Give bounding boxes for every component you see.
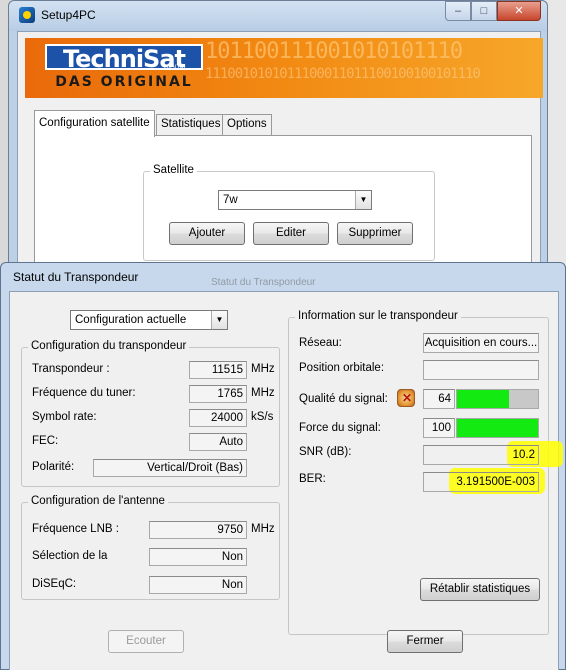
app-icon [19,7,35,23]
selection-value: Non [149,548,247,566]
reseau-value: Acquisition en cours... [423,333,539,353]
transponder-info-label: Information sur le transpondeur [295,310,461,322]
force-signal-text: 100 [423,418,455,438]
ber-label: BER: [299,473,326,485]
symbol-rate-unit: kS/s [251,411,274,423]
antenna-config-group: Configuration de l'antenne Fréquence LNB… [21,495,280,600]
ecouter-button[interactable]: Ecouter [108,630,184,653]
dialog-ghost-title: Statut du Transpondeur [211,277,316,288]
snr-value: 10.2 [423,445,539,465]
technisat-banner: 101100111001010101110 111001010101110001… [25,38,543,98]
fec-value: Auto [189,433,247,451]
signal-warning-icon[interactable] [397,389,415,407]
configuration-select[interactable]: Configuration actuelle ▼ [70,310,228,330]
frequence-tuner-label: Fréquence du tuner: [32,387,136,399]
logo-slogan: DAS ORIGINAL [55,74,193,90]
minimize-button[interactable]: – [445,1,471,21]
supprimer-button[interactable]: Supprimer [337,222,413,245]
qualite-signal-label: Qualité du signal: [299,393,388,405]
lnb-value: 9750 [149,521,247,539]
snr-label: SNR (dB): [299,446,352,458]
polarite-label: Polarité: [32,461,75,473]
position-orbitale-label: Position orbitale: [299,362,385,374]
force-signal-fill [457,419,538,437]
fermer-button[interactable]: Fermer [387,630,463,653]
symbol-rate-label: Symbol rate: [32,411,97,423]
polarite-value: Vertical/Droit (Bas) [93,459,247,477]
transpondeur-value: 11515 [189,361,247,379]
diseqc-value: Non [149,576,247,594]
qualite-signal-bar [456,389,539,409]
technisat-logo: TechniSat DIGITAL DAS ORIGINAL [45,44,203,92]
satellite-select-value: 7w [223,194,238,206]
tab-statistiques[interactable]: Statistiques [156,114,226,135]
dialog-title: Statut du Transpondeur [13,270,139,284]
logo-digital: DIGITAL [164,65,187,71]
diseqc-label: DiSEqC: [32,578,77,590]
ber-value: 3.191500E-003 [423,472,539,492]
banner-binary-pattern-2: 1110010101011100011011100100100101110 [205,66,481,82]
editer-button[interactable]: Editer [253,222,329,245]
tab-options[interactable]: Options [222,114,272,135]
transpondeur-unit: MHz [251,363,275,375]
chevron-down-icon[interactable]: ▼ [355,191,371,209]
ajouter-button[interactable]: Ajouter [169,222,245,245]
retablir-statistiques-button[interactable]: Rétablir statistiques [420,578,540,601]
force-signal-label: Force du signal: [299,422,381,434]
antenna-config-label: Configuration de l'antenne [28,495,168,507]
qualite-signal-fill [457,390,509,408]
close-button[interactable]: ✕ [497,1,541,21]
lnb-label: Fréquence LNB : [32,523,119,535]
window-title: Setup4PC [41,8,96,22]
lnb-unit: MHz [251,523,275,535]
selection-label: Sélection de la [32,550,108,562]
chevron-down-icon[interactable]: ▼ [211,311,227,329]
tab-configuration-satellite[interactable]: Configuration satellite [34,110,155,137]
frequence-tuner-unit: MHz [251,387,275,399]
symbol-rate-value: 24000 [189,409,247,427]
qualite-signal-text: 64 [423,389,455,409]
transponder-status-dialog: Statut du Transpondeur Statut du Transpo… [0,262,566,670]
transponder-config-group: Configuration du transpondeur Transponde… [21,340,280,487]
satellite-select[interactable]: 7w ▼ [218,190,372,210]
reseau-label: Réseau: [299,337,342,349]
satellite-group: Satellite 7w ▼ Ajouter Editer Supprimer [143,164,435,261]
satellite-group-label: Satellite [150,164,197,176]
configuration-select-value: Configuration actuelle [75,314,187,326]
frequence-tuner-value: 1765 [189,385,247,403]
position-orbitale-value [423,360,539,380]
transpondeur-label: Transpondeur : [32,363,110,375]
transponder-info-group: Information sur le transpondeur Réseau: … [288,310,563,635]
banner-binary-pattern: 101100111001010101110 [205,39,463,64]
maximize-button[interactable]: □ [471,1,497,21]
force-signal-bar [456,418,539,438]
dialog-client-area: Configuration actuelle ▼ Configuration d… [9,291,563,670]
title-bar[interactable]: Setup4PC – □ ✕ [9,1,547,31]
transponder-config-label: Configuration du transpondeur [28,340,190,352]
fec-label: FEC: [32,435,59,447]
